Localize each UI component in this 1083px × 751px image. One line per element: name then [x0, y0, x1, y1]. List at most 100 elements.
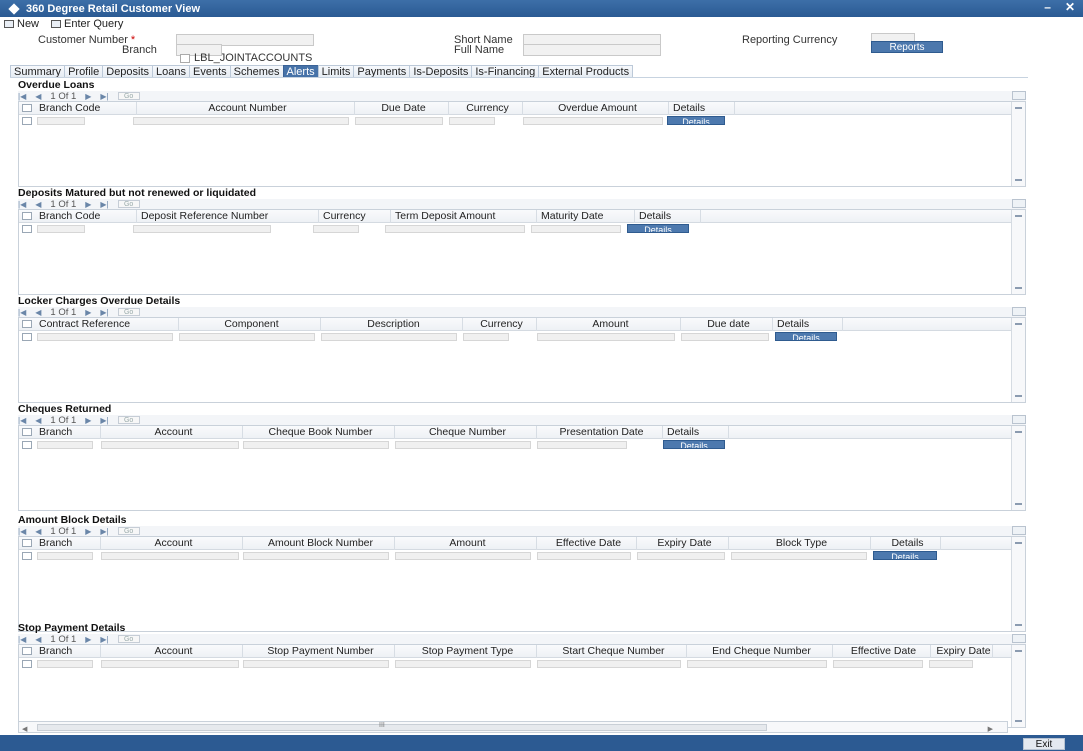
details-button[interactable]: Details: [627, 224, 689, 233]
last-page-icon[interactable]: ▶|: [100, 200, 108, 209]
row-checkbox[interactable]: [22, 440, 32, 449]
scroll-up-icon[interactable]: [1015, 542, 1022, 544]
select-all-checkbox[interactable]: [22, 539, 32, 547]
next-page-icon[interactable]: ▶: [85, 635, 91, 644]
last-page-icon[interactable]: ▶|: [100, 416, 108, 425]
go-button[interactable]: Go: [117, 308, 140, 316]
cell-input[interactable]: [523, 116, 663, 125]
row-checkbox[interactable]: [22, 551, 32, 560]
cell-input[interactable]: [101, 440, 239, 449]
scroll-up-icon[interactable]: [1015, 431, 1022, 433]
go-button[interactable]: Go: [117, 200, 140, 208]
last-page-icon[interactable]: ▶|: [100, 308, 108, 317]
vertical-scrollbar[interactable]: [1011, 645, 1025, 727]
cell-input[interactable]: [531, 224, 621, 233]
scroll-down-icon[interactable]: [1015, 395, 1022, 397]
scroll-thumb[interactable]: [37, 724, 767, 731]
vertical-scrollbar[interactable]: [1011, 210, 1025, 294]
vertical-scrollbar[interactable]: [1011, 102, 1025, 186]
select-all-checkbox[interactable]: [22, 104, 32, 112]
grid-settings-icon[interactable]: [1012, 526, 1026, 535]
scroll-up-icon[interactable]: [1015, 215, 1022, 217]
details-button[interactable]: Details: [663, 440, 725, 449]
minimize-icon[interactable]: –: [1044, 0, 1051, 14]
details-button[interactable]: Details: [667, 116, 725, 125]
scroll-left-icon[interactable]: ◀: [22, 725, 27, 733]
prev-page-icon[interactable]: ◀: [35, 308, 41, 317]
grid-settings-icon[interactable]: [1012, 634, 1026, 643]
cell-input[interactable]: [101, 659, 239, 668]
first-page-icon[interactable]: |◀: [18, 416, 26, 425]
vertical-scrollbar[interactable]: [1011, 426, 1025, 510]
grid-settings-icon[interactable]: [1012, 307, 1026, 316]
full-name-input[interactable]: [523, 44, 661, 56]
grid-settings-icon[interactable]: [1012, 199, 1026, 208]
first-page-icon[interactable]: |◀: [18, 635, 26, 644]
cell-input[interactable]: [133, 224, 271, 233]
cell-input[interactable]: [37, 659, 93, 668]
cell-input[interactable]: [929, 659, 973, 668]
cell-input[interactable]: [321, 332, 457, 341]
cell-input[interactable]: [385, 224, 525, 233]
row-checkbox[interactable]: [22, 224, 32, 233]
next-page-icon[interactable]: ▶: [85, 200, 91, 209]
cell-input[interactable]: [687, 659, 827, 668]
prev-page-icon[interactable]: ◀: [35, 416, 41, 425]
select-all-checkbox[interactable]: [22, 647, 32, 655]
cell-input[interactable]: [355, 116, 443, 125]
vertical-scrollbar[interactable]: [1011, 537, 1025, 631]
cell-input[interactable]: [313, 224, 359, 233]
cell-input[interactable]: [395, 551, 531, 560]
cell-input[interactable]: [833, 659, 923, 668]
cell-input[interactable]: [37, 116, 85, 125]
row-checkbox[interactable]: [22, 659, 32, 668]
first-page-icon[interactable]: |◀: [18, 200, 26, 209]
exit-button[interactable]: Exit: [1023, 738, 1065, 750]
row-checkbox[interactable]: [22, 332, 32, 341]
next-page-icon[interactable]: ▶: [85, 416, 91, 425]
cell-input[interactable]: [395, 659, 531, 668]
details-button[interactable]: Details: [775, 332, 837, 341]
prev-page-icon[interactable]: ◀: [35, 200, 41, 209]
cell-input[interactable]: [681, 332, 769, 341]
details-button[interactable]: Details: [873, 551, 937, 560]
scroll-down-icon[interactable]: [1015, 503, 1022, 505]
scroll-up-icon[interactable]: [1015, 323, 1022, 325]
first-page-icon[interactable]: |◀: [18, 92, 26, 101]
cell-input[interactable]: [101, 551, 239, 560]
grid-settings-icon[interactable]: [1012, 415, 1026, 424]
first-page-icon[interactable]: |◀: [18, 308, 26, 317]
cell-input[interactable]: [37, 332, 173, 341]
go-button[interactable]: Go: [117, 635, 140, 643]
new-button[interactable]: New: [4, 18, 39, 30]
go-button[interactable]: Go: [117, 92, 140, 100]
vertical-scrollbar[interactable]: [1011, 318, 1025, 402]
scroll-right-icon[interactable]: ▶: [988, 725, 993, 733]
enter-query-button[interactable]: Enter Query: [51, 18, 123, 30]
cell-input[interactable]: [243, 440, 389, 449]
cell-input[interactable]: [37, 440, 93, 449]
cell-input[interactable]: [537, 659, 681, 668]
cell-input[interactable]: [449, 116, 495, 125]
select-all-checkbox[interactable]: [22, 320, 32, 328]
scroll-down-icon[interactable]: [1015, 287, 1022, 289]
next-page-icon[interactable]: ▶: [85, 308, 91, 317]
cell-input[interactable]: [243, 659, 389, 668]
cell-input[interactable]: [243, 551, 389, 560]
prev-page-icon[interactable]: ◀: [35, 92, 41, 101]
reports-button[interactable]: Reports: [871, 41, 943, 53]
scroll-down-icon[interactable]: [1015, 720, 1022, 722]
close-icon[interactable]: ✕: [1065, 0, 1075, 14]
prev-page-icon[interactable]: ◀: [35, 635, 41, 644]
grid-settings-icon[interactable]: [1012, 91, 1026, 100]
cell-input[interactable]: [395, 440, 531, 449]
last-page-icon[interactable]: ▶|: [100, 527, 108, 536]
cell-input[interactable]: [537, 332, 675, 341]
cell-input[interactable]: [731, 551, 867, 560]
cell-input[interactable]: [637, 551, 725, 560]
joint-accounts-checkbox[interactable]: [180, 54, 190, 63]
prev-page-icon[interactable]: ◀: [35, 527, 41, 536]
scroll-up-icon[interactable]: [1015, 650, 1022, 652]
last-page-icon[interactable]: ▶|: [100, 635, 108, 644]
go-button[interactable]: Go: [117, 416, 140, 424]
